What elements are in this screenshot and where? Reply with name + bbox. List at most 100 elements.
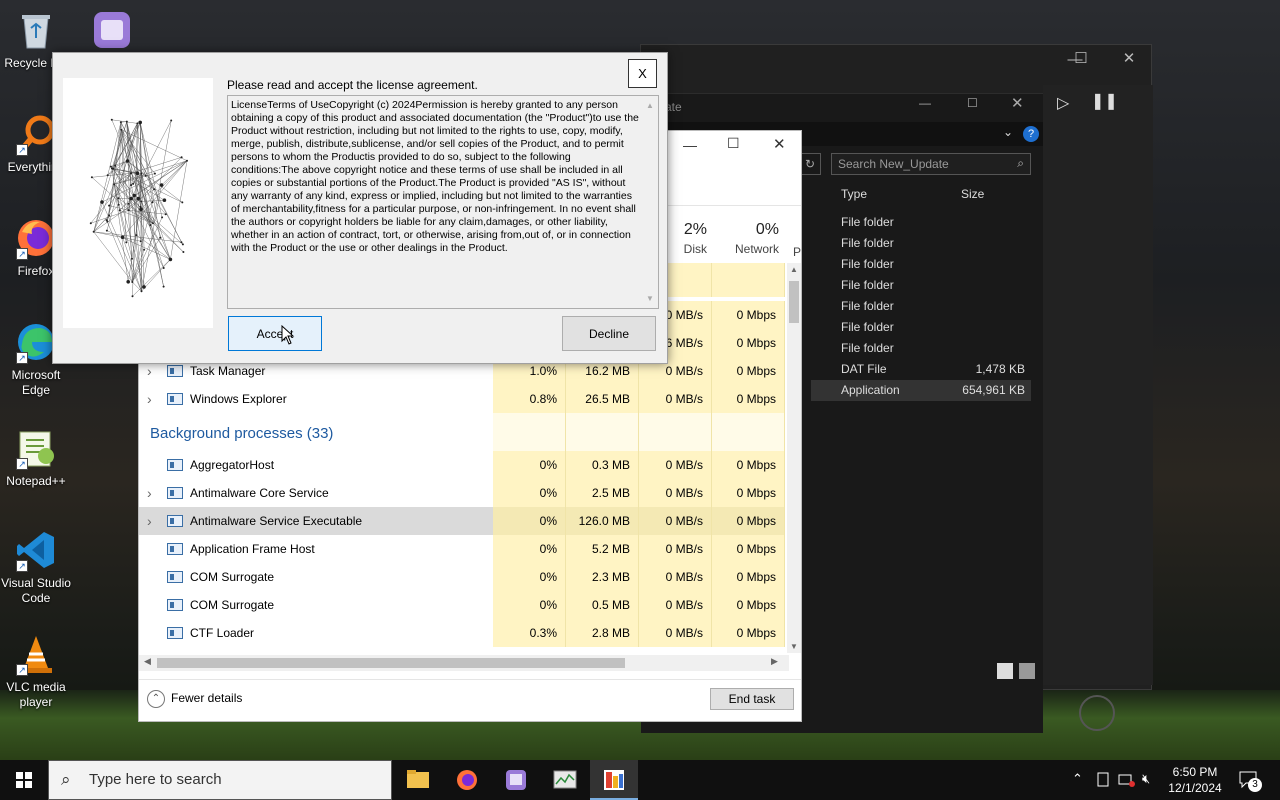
- scrollbar-thumb[interactable]: [789, 281, 799, 323]
- network-column-header[interactable]: 0% Network: [709, 221, 779, 256]
- file-list-row[interactable]: File folder: [811, 254, 1031, 275]
- refresh-icon[interactable]: ↻: [799, 153, 821, 175]
- start-button[interactable]: [0, 760, 48, 800]
- process-row[interactable]: Application Frame Host 0% 5.2 MB 0 MB/s 0 Mb…: [139, 535, 785, 563]
- scroll-down-icon[interactable]: ▼: [643, 292, 657, 305]
- maximize-icon[interactable]: ☐: [1061, 49, 1101, 67]
- process-row[interactable]: › Antimalware Service Executable 0% 126.0 M…: [139, 507, 785, 535]
- license-dialog[interactable]: Please read and accept the license agree…: [52, 52, 668, 364]
- desktop-icon-vscode[interactable]: ↗ Visual Studio Code: [0, 528, 72, 606]
- chevron-down-icon[interactable]: ⌄: [1003, 125, 1013, 139]
- disk-cell: 0 MB/s: [639, 535, 712, 563]
- details-view-icon[interactable]: [997, 663, 1013, 679]
- notifications-icon[interactable]: 3: [1238, 770, 1262, 793]
- pause-icon[interactable]: ❚❚: [1091, 91, 1118, 111]
- end-task-button[interactable]: End task: [710, 688, 794, 710]
- process-row[interactable]: AggregatorHost 0% 0.3 MB 0 MB/s 0 Mbps: [139, 451, 785, 479]
- volume-muted-icon[interactable]: 🔇︎: [1142, 771, 1150, 787]
- file-list-row[interactable]: File folder: [811, 296, 1031, 317]
- file-list-row[interactable]: File folder: [811, 233, 1031, 254]
- scroll-right-icon[interactable]: ▶: [771, 656, 778, 667]
- memory-cell: 26.5 MB: [566, 385, 639, 413]
- explorer-search-input[interactable]: Search New_Update ⌕: [831, 153, 1031, 175]
- memory-cell: 2.8 MB: [566, 619, 639, 647]
- process-icon: [167, 487, 183, 499]
- decline-button[interactable]: Decline: [562, 316, 656, 351]
- minimize-icon[interactable]: —: [683, 137, 697, 153]
- maximize-icon[interactable]: ☐: [967, 96, 978, 110]
- vscode-icon: ↗: [14, 528, 58, 572]
- tiles-view-icon[interactable]: [1019, 663, 1035, 679]
- chevron-right-icon[interactable]: ›: [147, 479, 152, 507]
- chevron-right-icon[interactable]: ›: [147, 385, 152, 413]
- desktop-icon-label: Microsoft Edge: [11, 368, 61, 397]
- file-list-row[interactable]: DAT File 1,478 KB: [811, 359, 1031, 380]
- file-list-row[interactable]: File folder: [811, 212, 1031, 233]
- taskbar-file-explorer[interactable]: [394, 760, 442, 800]
- memory-cell: 5.2 MB: [566, 535, 639, 563]
- app-purple-icon: [506, 770, 526, 790]
- license-text-scrollbar[interactable]: ▲ ▼: [643, 97, 657, 307]
- task-manager-footer: ⌃ Fewer details End task: [139, 679, 801, 723]
- disk-cell: 0 MB/s: [639, 507, 712, 535]
- help-icon[interactable]: ?: [1023, 126, 1039, 142]
- taskbar-search-box[interactable]: ⌕ Type here to search: [48, 760, 392, 800]
- taskbar-task-manager[interactable]: [541, 760, 589, 800]
- process-row[interactable]: COM Surrogate 0% 0.5 MB 0 MB/s 0 Mbps: [139, 591, 785, 619]
- file-type: File folder: [841, 320, 894, 334]
- close-button[interactable]: X: [628, 59, 657, 88]
- scroll-up-icon[interactable]: ▲: [643, 99, 657, 112]
- power-column-header[interactable]: P: [793, 245, 801, 259]
- taskbar-clock[interactable]: 6:50 PM 12/1/2024: [1160, 764, 1230, 796]
- close-icon[interactable]: ✕: [773, 135, 786, 153]
- process-row[interactable]: COM Surrogate 0% 2.3 MB 0 MB/s 0 Mbps: [139, 563, 785, 591]
- taskbar-app-purple[interactable]: [492, 760, 540, 800]
- process-row[interactable]: CTF Loader 0.3% 2.8 MB 0 MB/s 0 Mbps: [139, 619, 785, 647]
- tray-device-icon[interactable]: [1096, 772, 1110, 791]
- process-name: AggregatorHost: [190, 458, 275, 472]
- desktop-icon-notepadpp[interactable]: ↗ Notepad++: [0, 426, 72, 489]
- cpu-cell: 0%: [493, 479, 566, 507]
- scroll-left-icon[interactable]: ◀: [144, 656, 151, 667]
- chevron-right-icon[interactable]: ›: [147, 507, 152, 535]
- horizontal-scrollbar[interactable]: ◀ ▶: [139, 655, 789, 671]
- media-dial-icon[interactable]: [1079, 695, 1115, 731]
- file-list-row[interactable]: File folder: [811, 275, 1031, 296]
- desktop-icon-label: Visual Studio Code: [1, 576, 71, 605]
- process-row[interactable]: › Antimalware Core Service 0% 2.5 MB 0 MB/s 0…: [139, 479, 785, 507]
- column-header-size[interactable]: Size: [961, 187, 984, 201]
- notepadpp-icon: ↗: [14, 426, 58, 470]
- close-icon[interactable]: ✕: [1109, 49, 1149, 67]
- taskbar-firefox[interactable]: [443, 760, 491, 800]
- taskbar-installer[interactable]: [590, 760, 638, 800]
- process-icon: [167, 393, 183, 405]
- scroll-up-icon[interactable]: ▲: [790, 265, 798, 274]
- cpu-cell: 0%: [493, 563, 566, 591]
- chevron-up-icon[interactable]: ⌃: [1072, 771, 1083, 787]
- accept-button[interactable]: Accept: [228, 316, 322, 351]
- file-list-row[interactable]: Application 654,961 KB: [811, 380, 1031, 401]
- maximize-icon[interactable]: ☐: [727, 135, 740, 152]
- vertical-scrollbar[interactable]: ▲ ▼: [787, 263, 801, 653]
- network-icon[interactable]: [1118, 772, 1136, 791]
- license-text-area[interactable]: LicenseTerms of UseCopyright (c) 2024Per…: [227, 95, 659, 309]
- process-row[interactable]: › Windows Explorer 0.8% 26.5 MB 0 MB/s 0 Mbps: [139, 385, 785, 413]
- network-cell: 0 Mbps: [712, 301, 785, 329]
- file-list-row[interactable]: File folder: [811, 338, 1031, 359]
- scroll-down-icon[interactable]: ▼: [790, 642, 798, 651]
- minimize-icon[interactable]: —: [919, 96, 931, 110]
- close-icon[interactable]: ✕: [1011, 94, 1024, 112]
- process-name: COM Surrogate: [190, 598, 275, 612]
- cpu-cell: 0%: [493, 451, 566, 479]
- file-list-row[interactable]: File folder: [811, 317, 1031, 338]
- network-cell: 0 Mbps: [712, 385, 785, 413]
- search-icon: ⌕: [1017, 156, 1024, 170]
- play-icon[interactable]: ▷: [1057, 93, 1069, 113]
- desktop-icon-app-purple[interactable]: [76, 10, 148, 58]
- column-header-type[interactable]: Type: [841, 187, 867, 201]
- search-icon: ⌕: [61, 770, 71, 789]
- desktop-icon-vlc[interactable]: ↗ VLC media player: [0, 632, 72, 710]
- scrollbar-thumb[interactable]: [157, 658, 625, 668]
- background-processes-header: Background processes (33): [150, 425, 334, 442]
- fewer-details-link[interactable]: ⌃ Fewer details: [147, 690, 242, 708]
